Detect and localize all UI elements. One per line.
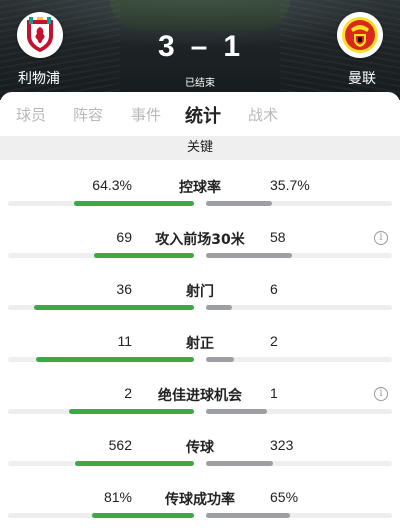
info-icon[interactable]: i (374, 387, 388, 401)
section-header-key: 关键 (0, 136, 400, 160)
stat-row-shots: 36 射门 6 (0, 281, 400, 333)
match-status: 已结束 (185, 78, 215, 89)
stat-away-value: 2 (270, 333, 278, 349)
away-bar-track (206, 201, 392, 206)
home-score: 3 (157, 30, 177, 63)
away-bar-track (206, 513, 392, 518)
tab-events[interactable]: 事件 (131, 104, 161, 125)
score-separator: – (190, 30, 210, 63)
tab-bar: 球员 阵容 事件 统计 战术 (0, 92, 400, 136)
match-score: 3–1 (0, 30, 400, 64)
away-bar-fill (206, 513, 290, 518)
home-bar-track (8, 253, 194, 258)
stat-row-shots-on-target: 11 射正 2 (0, 333, 400, 385)
home-bar-fill (74, 461, 194, 466)
tab-stats[interactable]: 统计 (185, 102, 221, 128)
home-bar-fill (69, 409, 194, 414)
stat-away-value: 6 (270, 281, 278, 297)
stat-row-final-third-entries: 69 攻入前场30米 58 i (0, 229, 400, 281)
away-bar-fill (206, 461, 273, 466)
stat-away-value: 35.7% (270, 177, 310, 193)
away-bar-fill (206, 409, 268, 414)
away-bar-track (206, 461, 392, 466)
match-header: 利物浦 曼联 3–1 已结束 (0, 0, 400, 100)
away-bar-fill (206, 305, 233, 310)
away-bar-fill (206, 253, 292, 258)
home-bar-track (8, 513, 194, 518)
away-bar-track (206, 357, 392, 362)
stat-row-possession: 64.3% 控球率 35.7% (0, 177, 400, 229)
away-bar-track (206, 305, 392, 310)
home-bar-track (8, 357, 194, 362)
stat-away-value: 323 (270, 437, 294, 453)
stat-away-value: 58 (270, 229, 286, 245)
stat-row-passes: 562 传球 323 (0, 437, 400, 489)
home-bar-fill (74, 201, 194, 206)
home-bar-fill (35, 357, 194, 362)
tab-lineup[interactable]: 阵容 (73, 104, 103, 125)
home-bar-fill (91, 513, 194, 518)
home-bar-track (8, 409, 194, 414)
stat-row-pass-accuracy: 81% 传球成功率 65% (0, 489, 400, 531)
home-bar-fill (93, 253, 194, 258)
away-bar-track (206, 253, 392, 258)
away-bar-fill (206, 201, 273, 206)
away-score: 1 (223, 30, 243, 63)
away-bar-fill (206, 357, 234, 362)
tab-players[interactable]: 球员 (16, 104, 46, 125)
home-bar-track (8, 201, 194, 206)
away-bar-track (206, 409, 392, 414)
stat-away-value: 1 (270, 385, 278, 401)
info-icon[interactable]: i (374, 231, 388, 245)
stat-away-value: 65% (270, 489, 299, 505)
stadium-pitch (110, 0, 290, 30)
tab-tactics[interactable]: 战术 (248, 104, 278, 125)
home-bar-track (8, 461, 194, 466)
home-bar-fill (34, 305, 194, 310)
home-bar-track (8, 305, 194, 310)
stat-row-big-chances: 2 绝佳进球机会 1 i (0, 385, 400, 437)
stats-sheet: 球员 阵容 事件 统计 战术 关键 64.3% 控球率 35.7% 69 攻入前场30米… (0, 92, 400, 531)
